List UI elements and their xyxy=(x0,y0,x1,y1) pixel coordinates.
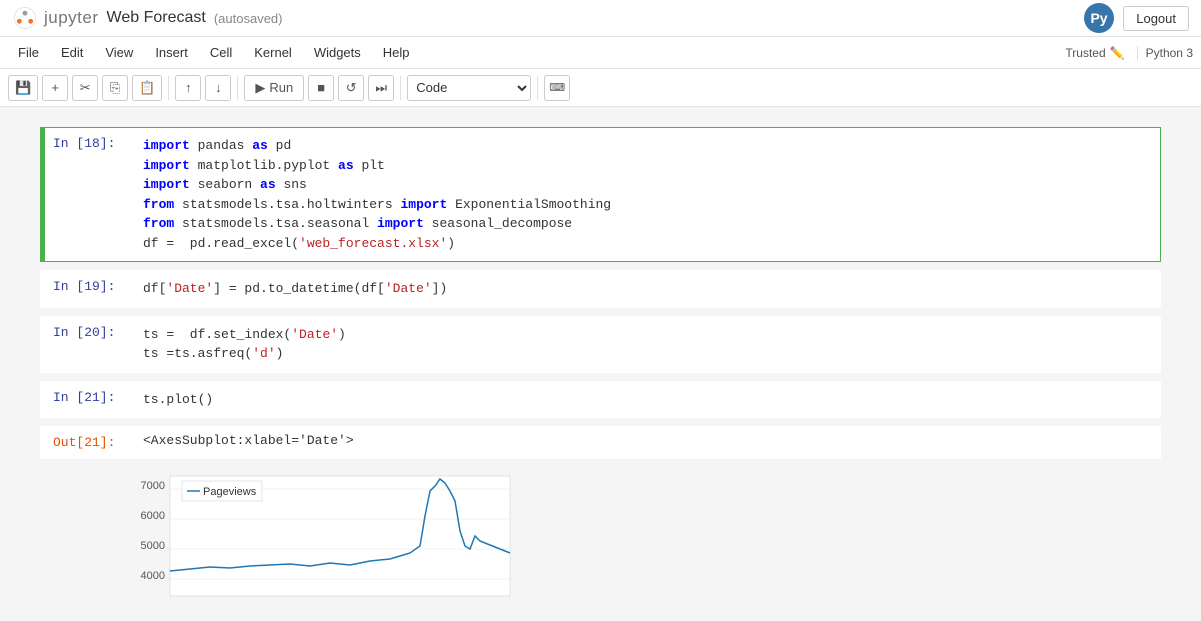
cell-19: In [19]: df['Date'] = pd.to_datetime(df[… xyxy=(40,270,1161,308)
menu-edit[interactable]: Edit xyxy=(51,41,93,64)
toolbar-sep-2 xyxy=(237,76,238,100)
menu-cell[interactable]: Cell xyxy=(200,41,242,64)
save-button[interactable]: 💾 xyxy=(8,75,38,101)
cell-21-code[interactable]: ts.plot() xyxy=(135,382,1160,418)
chart-svg: 7000 6000 5000 4000 Pageviews xyxy=(130,471,520,601)
cut-button[interactable]: ✂ xyxy=(72,75,98,101)
cell-21-prompt: In [21]: xyxy=(45,382,135,418)
toolbar-sep-1 xyxy=(168,76,169,100)
navbar-right: Py Logout xyxy=(1083,2,1189,34)
y-label-4000: 4000 xyxy=(141,570,165,582)
keyboard-shortcuts-button[interactable]: ⌨ xyxy=(544,75,570,101)
cell-type-select[interactable]: Code Markdown Raw NBConvert xyxy=(407,75,531,101)
run-button[interactable]: ▶ Run xyxy=(244,75,304,101)
run-icon: ▶ xyxy=(255,80,265,96)
restart-run-all-button[interactable]: ⏭ xyxy=(368,75,394,101)
y-label-6000: 6000 xyxy=(141,510,165,522)
trusted-label: Trusted xyxy=(1065,46,1105,60)
chart-container: 7000 6000 5000 4000 Pageviews xyxy=(130,467,1161,601)
run-label: Run xyxy=(269,80,293,95)
menu-kernel[interactable]: Kernel xyxy=(244,41,302,64)
cell-20: In [20]: ts = df.set_index('Date') ts =t… xyxy=(40,316,1161,373)
restart-button[interactable]: ↺ xyxy=(338,75,364,101)
notebook-title[interactable]: Web Forecast xyxy=(107,9,206,27)
move-up-button[interactable]: ↑ xyxy=(175,75,201,101)
paste-button[interactable]: 📋 xyxy=(132,75,162,101)
copy-button[interactable]: ⎘ xyxy=(102,75,128,101)
menu-file[interactable]: File xyxy=(8,41,49,64)
cell-21-output-prompt: Out[21]: xyxy=(45,427,135,458)
chart-legend-label: Pageviews xyxy=(203,486,257,498)
autosaved-status: (autosaved) xyxy=(214,11,283,26)
jupyter-logo-group: jupyter xyxy=(12,5,99,31)
toolbar: 💾 + ✂ ⎘ 📋 ↑ ↓ ▶ Run ■ ↺ ⏭ Code Markdown … xyxy=(0,69,1201,107)
cell-18-prompt: In [18]: xyxy=(45,128,135,261)
pencil-icon[interactable]: ✏️ xyxy=(1110,46,1125,60)
cell-18: In [18]: import pandas as pd import matp… xyxy=(40,127,1161,262)
jupyter-brand-text: jupyter xyxy=(44,8,99,28)
menu-insert[interactable]: Insert xyxy=(145,41,198,64)
notebook-content: In [18]: import pandas as pd import matp… xyxy=(0,107,1201,621)
logout-button[interactable]: Logout xyxy=(1123,6,1189,31)
cell-21-output: Out[21]: <AxesSubplot:xlabel='Date'> xyxy=(40,426,1161,459)
cell-18-code[interactable]: import pandas as pd import matplotlib.py… xyxy=(135,128,1160,261)
stop-button[interactable]: ■ xyxy=(308,75,334,101)
toolbar-sep-4 xyxy=(537,76,538,100)
y-label-5000: 5000 xyxy=(141,540,165,552)
cell-19-prompt: In [19]: xyxy=(45,271,135,307)
trusted-badge: Trusted ✏️ xyxy=(1065,46,1124,60)
move-down-button[interactable]: ↓ xyxy=(205,75,231,101)
python-kernel-icon: Py xyxy=(1083,2,1115,34)
cell-19-code[interactable]: df['Date'] = pd.to_datetime(df['Date']) xyxy=(135,271,1160,307)
navbar: jupyter Web Forecast (autosaved) Py Logo… xyxy=(0,0,1201,37)
menu-help[interactable]: Help xyxy=(373,41,420,64)
menu-view[interactable]: View xyxy=(95,41,143,64)
menu-widgets[interactable]: Widgets xyxy=(304,41,371,64)
toolbar-sep-3 xyxy=(400,76,401,100)
cell-20-prompt: In [20]: xyxy=(45,317,135,372)
jupyter-logo-icon xyxy=(12,5,38,31)
menubar: File Edit View Insert Cell Kernel Widget… xyxy=(0,37,1201,69)
cell-21-input: In [21]: ts.plot() xyxy=(40,381,1161,419)
cell-21-output-text: <AxesSubplot:xlabel='Date'> xyxy=(135,427,362,458)
svg-text:Py: Py xyxy=(1091,10,1108,26)
add-cell-button[interactable]: + xyxy=(42,75,68,101)
cell-20-code[interactable]: ts = df.set_index('Date') ts =ts.asfreq(… xyxy=(135,317,1160,372)
kernel-info: Python 3 xyxy=(1137,46,1193,60)
y-label-7000: 7000 xyxy=(141,480,165,492)
